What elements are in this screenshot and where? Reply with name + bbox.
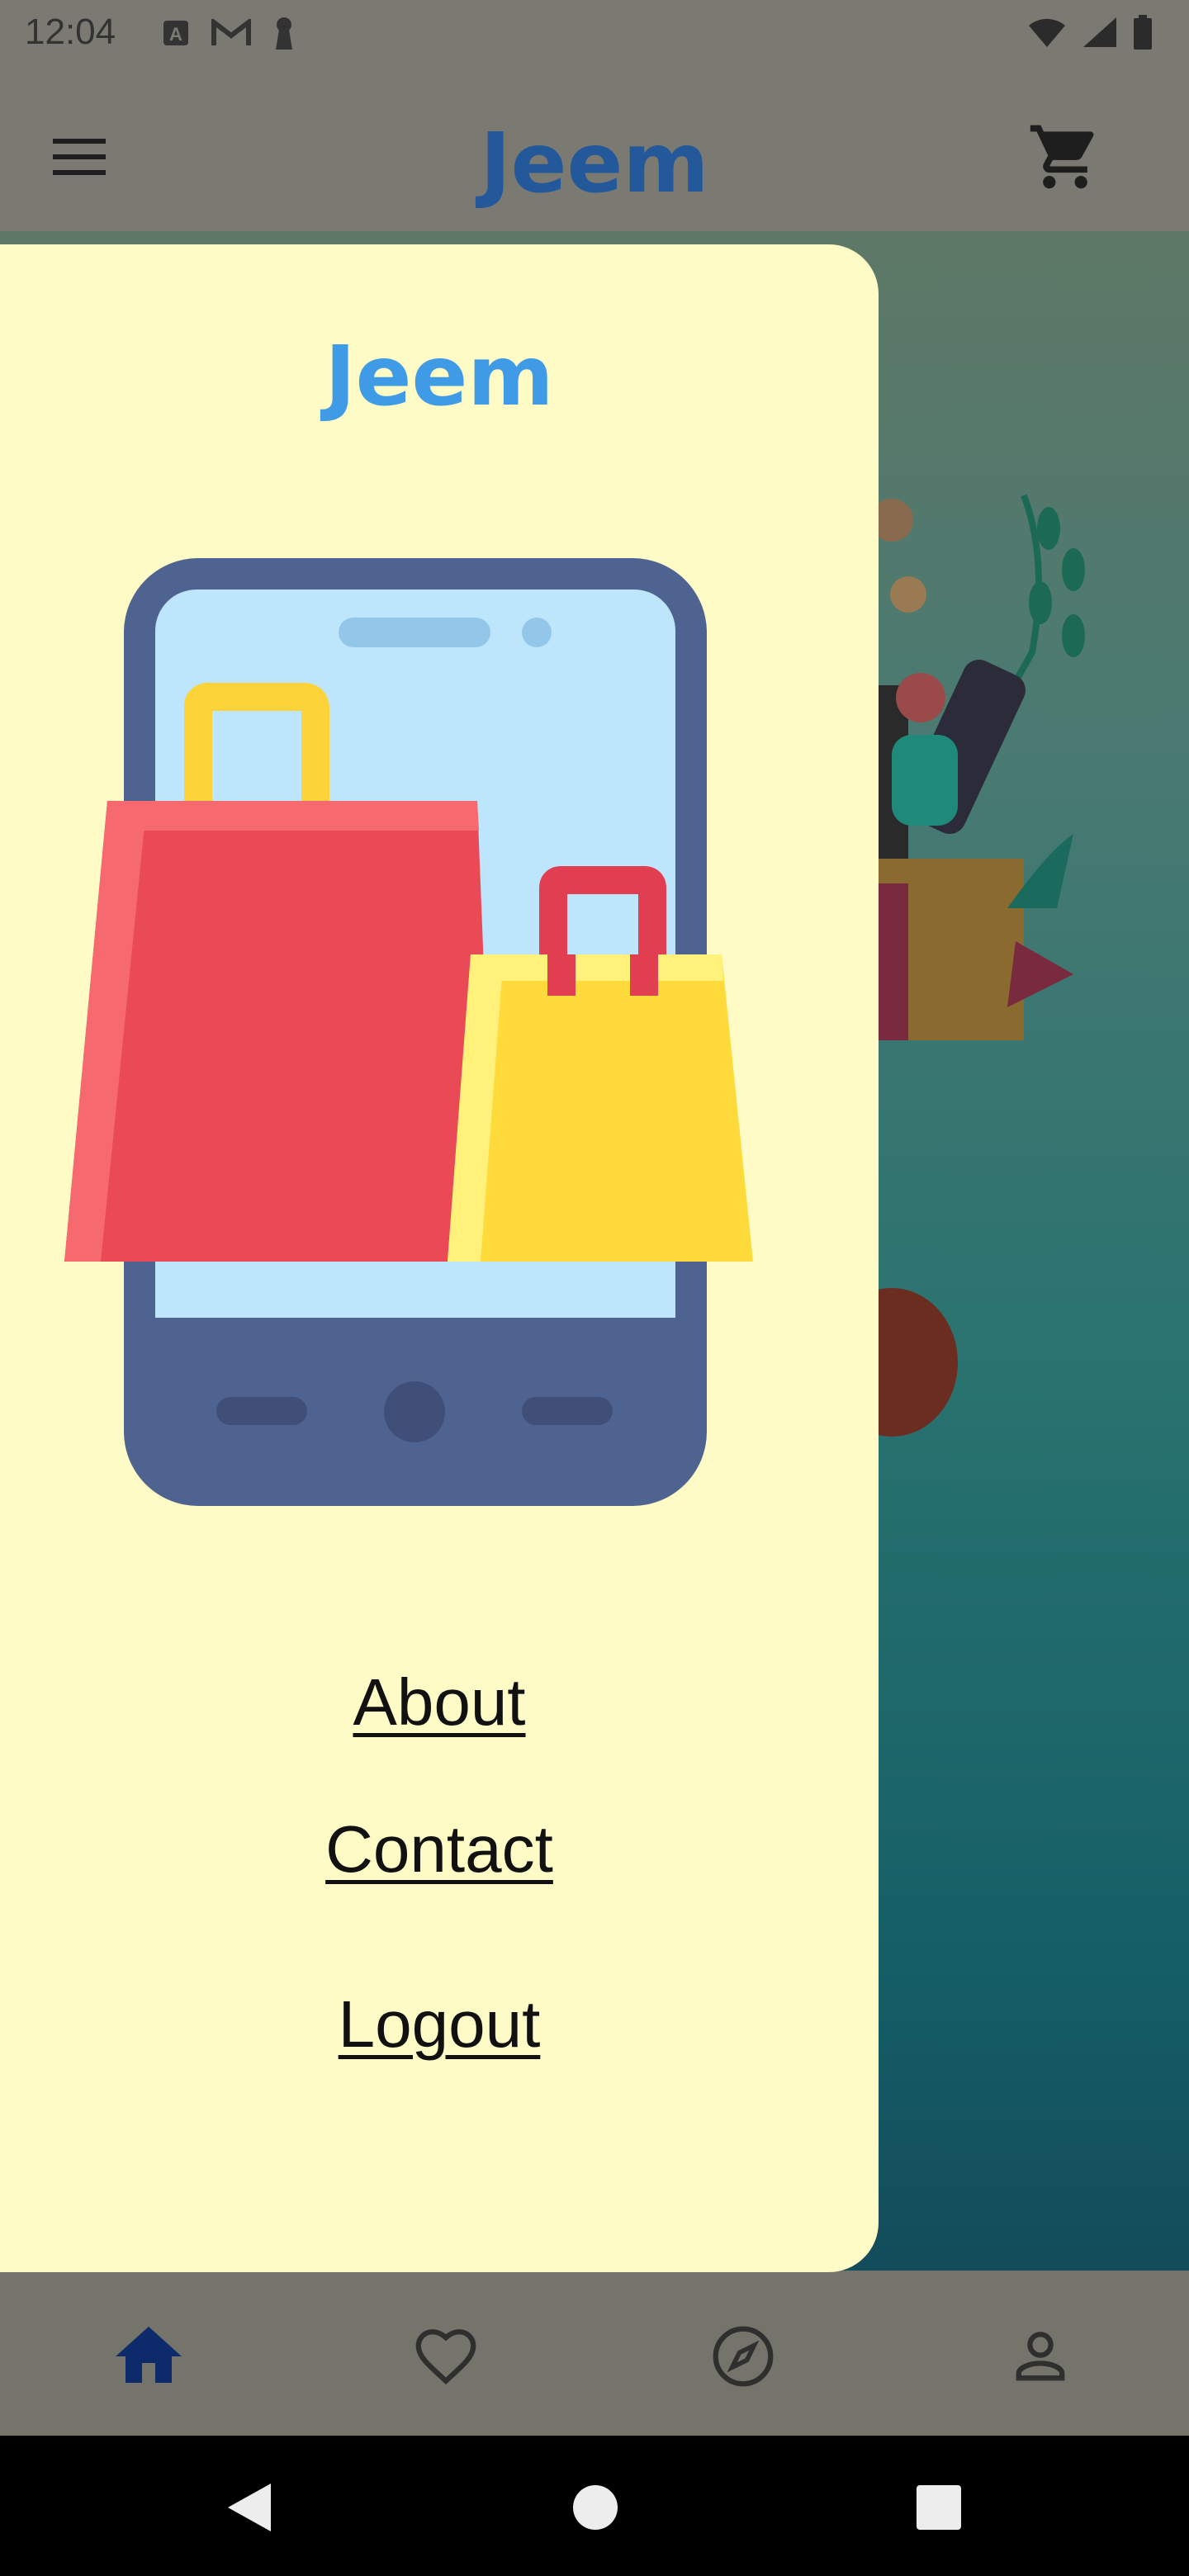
nav-favorites[interactable]	[406, 2317, 486, 2396]
status-time: 12:04	[25, 12, 116, 52]
app-logo: Jeem	[462, 111, 727, 211]
shopping-cart-icon	[1030, 125, 1094, 189]
heart-icon	[415, 2329, 476, 2385]
hero-illustration	[859, 494, 1085, 1040]
app-bar: Jeem	[0, 69, 1189, 231]
phone-shopping-bags-illustration	[64, 558, 753, 1506]
drawer-link-contact[interactable]: Contact	[0, 1811, 879, 1887]
gmail-icon	[211, 19, 251, 45]
battery-icon	[1134, 15, 1152, 50]
drawer-logo: Jeem	[307, 324, 571, 424]
bottom-navigation	[0, 2271, 1189, 2436]
system-back-button[interactable]	[221, 2480, 276, 2535]
signal-icon	[1083, 17, 1116, 47]
system-home-button[interactable]	[568, 2480, 623, 2535]
keyhole-icon	[276, 17, 292, 50]
hamburger-menu-icon	[53, 139, 106, 175]
svg-text:Jeem: Jeem	[320, 328, 553, 423]
status-bar: 12:04 A	[0, 0, 1189, 69]
compass-icon	[713, 2326, 774, 2387]
wifi-icon	[1029, 18, 1065, 47]
recents-icon	[917, 2485, 961, 2530]
home-circle-icon	[573, 2485, 618, 2530]
menu-button[interactable]	[50, 132, 109, 182]
back-icon	[228, 2484, 271, 2531]
system-navigation-bar	[0, 2436, 1189, 2576]
nav-profile[interactable]	[1001, 2317, 1080, 2396]
svg-text:A: A	[169, 24, 182, 45]
system-recents-button[interactable]	[912, 2480, 966, 2535]
nav-home[interactable]	[109, 2317, 188, 2396]
nav-explore[interactable]	[703, 2317, 783, 2396]
drawer-link-logout[interactable]: Logout	[0, 1986, 879, 2062]
navigation-drawer: Jeem About Contact Logout	[0, 244, 879, 2272]
profile-icon	[1016, 2332, 1065, 2381]
a-notification-icon: A	[163, 21, 188, 45]
drawer-link-about[interactable]: About	[0, 1664, 879, 1740]
home-icon	[116, 2327, 182, 2383]
cart-button[interactable]	[1027, 119, 1103, 195]
svg-text:Jeem: Jeem	[475, 115, 708, 210]
